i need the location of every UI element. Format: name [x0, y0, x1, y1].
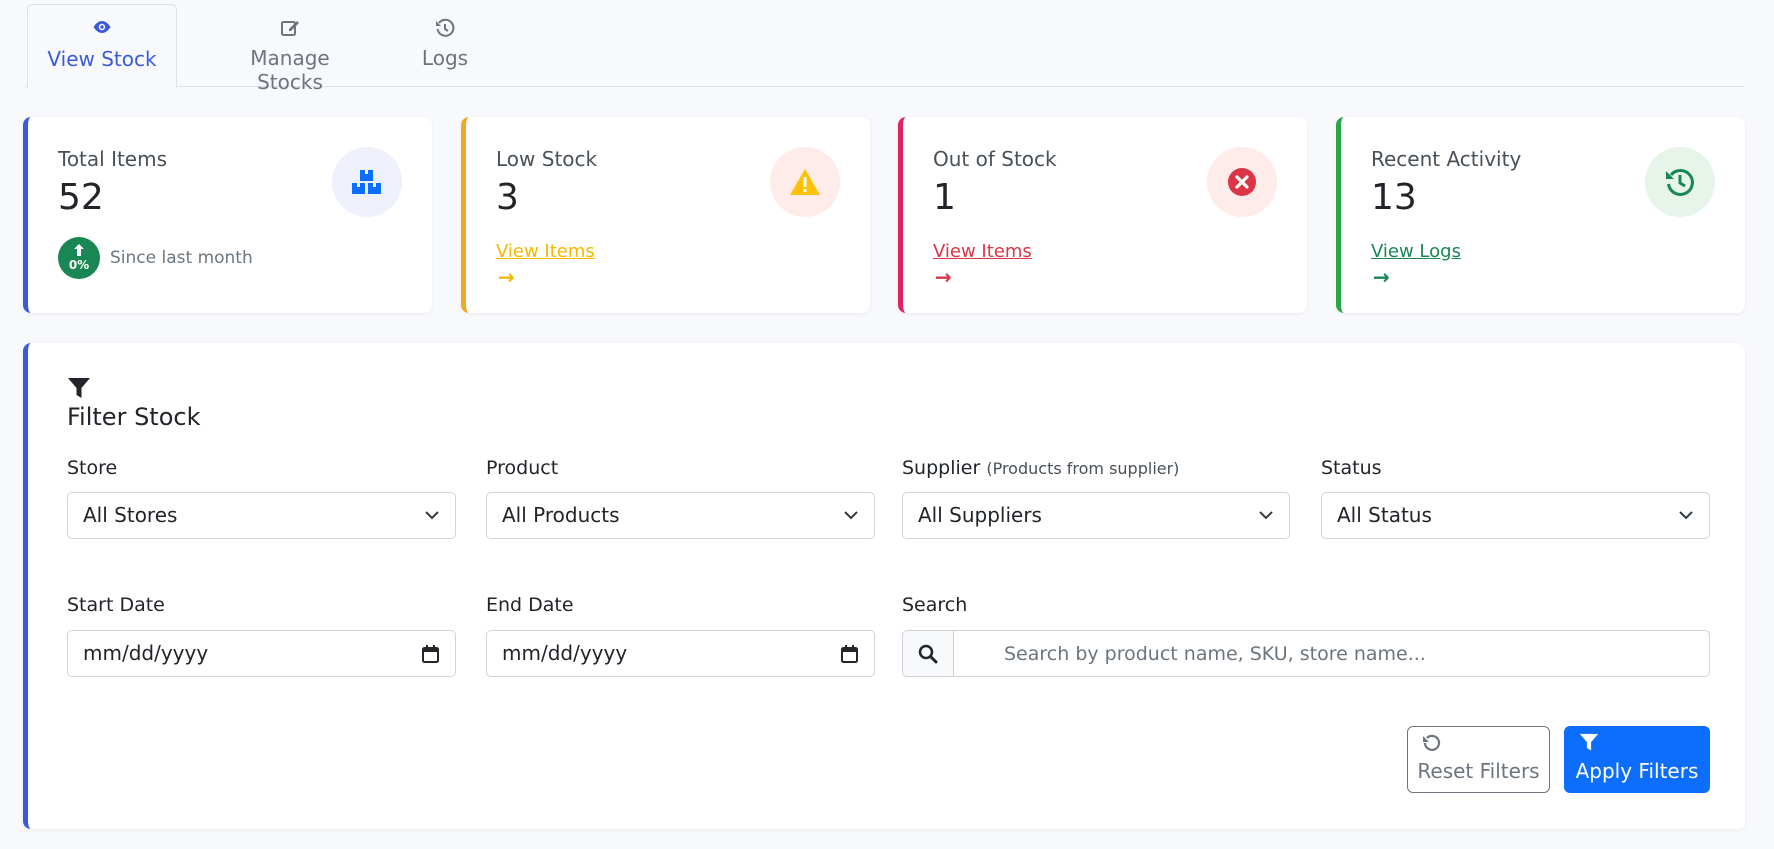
- view-items-link[interactable]: View Items: [496, 241, 595, 262]
- search-label: Search: [902, 594, 968, 616]
- search-icon: [903, 631, 954, 676]
- end-date-input[interactable]: mm/dd/yyyy: [486, 630, 875, 677]
- chevron-down-icon: [1259, 493, 1273, 538]
- arrow-right-icon[interactable]: →: [1373, 265, 1390, 289]
- view-items-link[interactable]: View Items: [933, 241, 1032, 262]
- chevron-down-icon: [1679, 493, 1693, 538]
- low-stock-card: Low Stock 3 View Items →: [461, 117, 870, 313]
- reset-filters-label: Reset Filters: [1417, 759, 1540, 783]
- chevron-down-icon: [425, 493, 439, 538]
- card-value: 1: [933, 177, 956, 218]
- card-title: Low Stock: [496, 147, 598, 171]
- product-label: Product: [486, 457, 559, 479]
- reset-filters-button[interactable]: Reset Filters: [1407, 726, 1550, 793]
- card-value: 3: [496, 177, 519, 218]
- calendar-icon[interactable]: [422, 631, 439, 676]
- store-label: Store: [67, 457, 118, 479]
- end-date-label: End Date: [486, 594, 574, 616]
- start-date-placeholder: mm/dd/yyyy: [83, 641, 209, 665]
- edit-icon: [215, 18, 365, 44]
- eye-icon: [28, 19, 176, 45]
- card-title: Out of Stock: [933, 147, 1057, 171]
- x-circle-icon: [1207, 147, 1277, 217]
- product-select[interactable]: All Products: [486, 492, 875, 539]
- tab-view-stock[interactable]: View Stock: [27, 4, 177, 88]
- history-icon: [405, 18, 485, 44]
- tab-label: Manage Stocks: [250, 46, 330, 94]
- boxes-icon: [332, 147, 402, 217]
- search-group: [902, 630, 1710, 677]
- since-text: Since last month: [110, 248, 253, 268]
- card-title: Total Items: [58, 147, 168, 171]
- apply-filters-label: Apply Filters: [1575, 759, 1699, 783]
- status-label: Status: [1321, 457, 1382, 479]
- filter-icon: [67, 377, 91, 405]
- status-value: All Status: [1337, 503, 1432, 527]
- stock-tabs: View Stock Manage Stocks Logs: [25, 4, 1745, 94]
- recent-activity-card: Recent Activity 13 View Logs →: [1336, 117, 1745, 313]
- undo-icon: [1408, 733, 1549, 757]
- search-input[interactable]: [954, 631, 1709, 676]
- card-value: 13: [1371, 177, 1417, 218]
- filter-panel: Filter Stock Store All Stores Product Al…: [23, 343, 1745, 829]
- product-value: All Products: [502, 503, 620, 527]
- tab-logs[interactable]: Logs: [405, 4, 485, 88]
- history-icon: [1645, 147, 1715, 217]
- out-of-stock-card: Out of Stock 1 View Items →: [898, 117, 1307, 313]
- chevron-down-icon: [844, 493, 858, 538]
- view-logs-link[interactable]: View Logs: [1371, 241, 1461, 262]
- supplier-label-text: Supplier: [902, 457, 981, 479]
- tab-label: Logs: [421, 46, 469, 70]
- start-date-input[interactable]: mm/dd/yyyy: [67, 630, 456, 677]
- start-date-label: Start Date: [67, 594, 165, 616]
- supplier-select[interactable]: All Suppliers: [902, 492, 1290, 539]
- supplier-label: Supplier (Products from supplier): [902, 457, 1179, 479]
- trend-badge: 0%: [58, 237, 100, 279]
- card-title: Recent Activity: [1371, 147, 1522, 171]
- trend-percent: 0%: [68, 258, 90, 272]
- tab-label: View Stock: [47, 47, 157, 71]
- supplier-value: All Suppliers: [918, 503, 1042, 527]
- end-date-placeholder: mm/dd/yyyy: [502, 641, 628, 665]
- warning-icon: [770, 147, 840, 217]
- total-items-card: Total Items 52 0% Since last month: [23, 117, 432, 313]
- arrow-right-icon[interactable]: →: [498, 265, 515, 289]
- arrow-right-icon[interactable]: →: [935, 265, 952, 289]
- card-value: 52: [58, 177, 104, 218]
- tab-manage-stocks[interactable]: Manage Stocks: [215, 4, 365, 94]
- apply-filters-button[interactable]: Apply Filters: [1564, 726, 1710, 793]
- filter-title: Filter Stock: [67, 403, 201, 431]
- status-select[interactable]: All Status: [1321, 492, 1710, 539]
- store-value: All Stores: [83, 503, 178, 527]
- store-select[interactable]: All Stores: [67, 492, 456, 539]
- calendar-icon[interactable]: [841, 631, 858, 676]
- filter-icon: [1565, 733, 1709, 757]
- supplier-hint: (Products from supplier): [986, 459, 1180, 478]
